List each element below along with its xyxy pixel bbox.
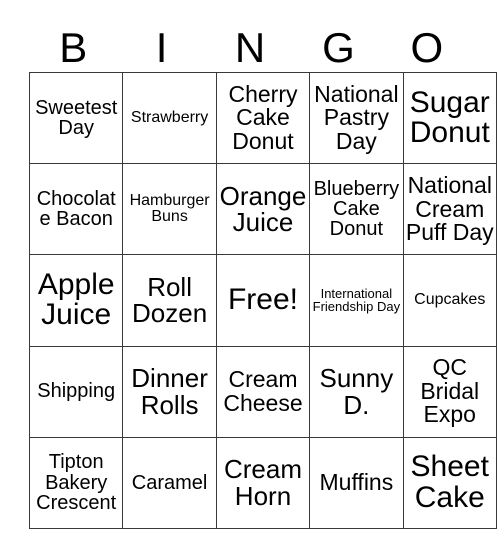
bingo-cell[interactable]: Apple Juice	[28, 254, 124, 347]
bingo-cell-label: Cupcakes	[414, 291, 486, 309]
bingo-header-row: B I N G O	[29, 24, 471, 72]
bingo-cell[interactable]: Sugar Donut	[402, 71, 497, 165]
bingo-cell[interactable]: Strawberry	[122, 71, 217, 165]
bingo-row: Sweetest Day Strawberry Cherry Cake Donu…	[28, 71, 497, 165]
bingo-cell-label: Tipton Bakery Crescent	[36, 451, 117, 515]
bingo-cell-label: International Friendship Day	[312, 286, 401, 315]
bingo-cell-label: National Pastry Day	[314, 80, 399, 154]
header-letter-n: N	[234, 24, 266, 71]
bingo-cell-label: Strawberry	[130, 108, 209, 126]
bingo-cell-label: Cream Cheese	[223, 366, 303, 416]
bingo-cell[interactable]: QC Bridal Expo	[402, 345, 497, 438]
bingo-cell[interactable]: Sheet Cake	[402, 436, 497, 529]
bingo-row: Tipton Bakery Crescent Caramel Cream Hor…	[28, 436, 497, 529]
bingo-cell-label: QC Bridal Expo	[420, 354, 480, 428]
bingo-cell[interactable]: International Friendship Day	[309, 254, 404, 347]
bingo-cell-label: Sunny D.	[319, 363, 394, 420]
bingo-cell-label: National Cream Puff Day	[405, 172, 494, 245]
bingo-cell-label: Sweetest Day	[35, 96, 118, 140]
bingo-row: Shipping Dinner Rolls Cream Cheese Sunny…	[28, 345, 497, 438]
bingo-cell-label: Dinner Rolls	[131, 363, 208, 420]
bingo-row: Chocolate Bacon Hamburger Buns Orange Ju…	[28, 163, 497, 256]
bingo-grid-body: Sweetest Day Strawberry Cherry Cake Donu…	[28, 71, 497, 529]
bingo-cell[interactable]: Caramel	[122, 436, 217, 529]
bingo-cell-label: Cherry Cake Donut	[228, 80, 298, 154]
bingo-cell[interactable]: Dinner Rolls	[122, 345, 217, 438]
bingo-cell-label: Blueberry Cake Donut	[313, 177, 400, 241]
bingo-cell[interactable]: Chocolate Bacon	[28, 163, 124, 256]
bingo-cell[interactable]: Orange Juice	[215, 163, 311, 256]
bingo-cell-label: Apple Juice	[37, 267, 115, 332]
bingo-cell[interactable]: National Pastry Day	[309, 71, 404, 165]
bingo-cell[interactable]: Hamburger Buns	[122, 163, 217, 256]
bingo-cell-label: Sugar Donut	[409, 85, 490, 150]
bingo-cell-label: Orange Juice	[219, 180, 307, 238]
bingo-cell[interactable]: Muffins	[309, 436, 404, 529]
bingo-cell[interactable]: Cupcakes	[402, 254, 497, 347]
bingo-cell[interactable]: Roll Dozen	[122, 254, 217, 347]
header-letter-b: B	[59, 24, 88, 71]
bingo-cell-label: Muffins	[319, 469, 394, 496]
header-letter-g: G	[322, 24, 355, 71]
bingo-cell-label: Cream Horn	[223, 454, 302, 511]
bingo-card: B I N G O Sweetest Day Strawberry Cherry…	[28, 24, 497, 529]
header-letter-i: I	[155, 24, 168, 71]
bingo-grid: Sweetest Day Strawberry Cherry Cake Donu…	[28, 71, 497, 529]
bingo-cell-label: Roll Dozen	[132, 271, 208, 329]
bingo-cell[interactable]: National Cream Puff Day	[402, 163, 497, 256]
bingo-cell-free-space[interactable]: Free!	[215, 254, 311, 347]
header-letter-o: O	[410, 24, 444, 71]
bingo-cell[interactable]: Shipping	[28, 345, 124, 438]
bingo-cell[interactable]: Blueberry Cake Donut	[309, 163, 404, 256]
bingo-cell-label: Hamburger Buns	[129, 191, 210, 226]
bingo-cell[interactable]: Tipton Bakery Crescent	[28, 436, 124, 529]
bingo-cell-label: Chocolate Bacon	[36, 187, 116, 231]
bingo-cell[interactable]: Sunny D.	[309, 345, 404, 438]
bingo-cell[interactable]: Cream Horn	[215, 436, 311, 529]
bingo-row: Apple Juice Roll Dozen Free! Internation…	[28, 254, 497, 347]
bingo-cell-label: Sheet Cake	[410, 450, 489, 514]
bingo-cell[interactable]: Cream Cheese	[215, 345, 311, 438]
bingo-cell-label: Caramel	[131, 471, 208, 494]
bingo-cell-label: Shipping	[37, 380, 116, 403]
bingo-cell[interactable]: Sweetest Day	[28, 71, 124, 165]
bingo-cell[interactable]: Cherry Cake Donut	[215, 71, 311, 165]
bingo-cell-label: Free!	[227, 283, 298, 317]
